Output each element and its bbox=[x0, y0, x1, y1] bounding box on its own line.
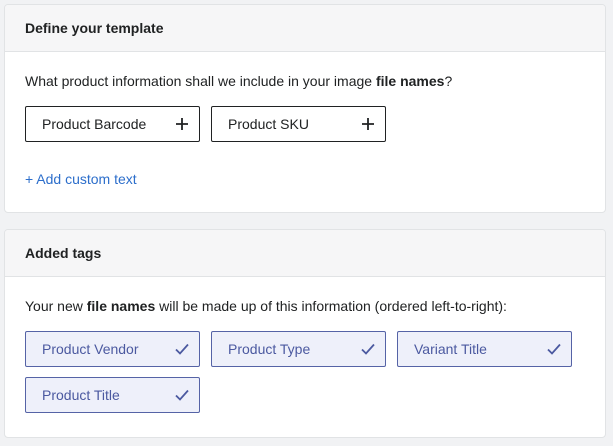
check-icon bbox=[175, 343, 189, 355]
define-template-title: Define your template bbox=[25, 20, 164, 36]
added-tags-title: Added tags bbox=[25, 245, 102, 261]
added-tags-card: Added tags Your new file names will be m… bbox=[4, 229, 606, 438]
tag-variant-title[interactable]: Variant Title bbox=[397, 331, 572, 367]
option-label: Product SKU bbox=[228, 116, 309, 132]
define-template-header: Define your template bbox=[5, 5, 605, 52]
tag-label: Variant Title bbox=[414, 341, 487, 357]
check-icon bbox=[175, 389, 189, 401]
define-template-description-suffix: ? bbox=[444, 73, 453, 89]
add-product-sku-button[interactable]: Product SKU bbox=[211, 106, 386, 142]
define-template-description: What product information shall we includ… bbox=[25, 72, 585, 90]
added-tags-description-suffix: will be made up of this information (ord… bbox=[155, 298, 507, 314]
tag-label: Product Title bbox=[42, 387, 120, 403]
tag-label: Product Vendor bbox=[42, 341, 139, 357]
added-tags-description-prefix: Your new bbox=[25, 298, 87, 314]
add-product-barcode-button[interactable]: Product Barcode bbox=[25, 106, 200, 142]
check-icon bbox=[361, 343, 375, 355]
define-template-description-prefix: What product information shall we includ… bbox=[25, 73, 376, 89]
option-label: Product Barcode bbox=[42, 116, 147, 132]
tag-label: Product Type bbox=[228, 341, 311, 357]
tag-product-vendor[interactable]: Product Vendor bbox=[25, 331, 200, 367]
added-tags-header: Added tags bbox=[5, 230, 605, 277]
define-template-card: Define your template What product inform… bbox=[4, 4, 606, 213]
add-custom-text-link[interactable]: + Add custom text bbox=[25, 171, 137, 187]
plus-icon bbox=[175, 117, 189, 131]
tag-product-type[interactable]: Product Type bbox=[211, 331, 386, 367]
added-tags-row: Product Vendor Product Type Variant Titl… bbox=[25, 331, 585, 413]
added-tags-body: Your new file names will be made up of t… bbox=[5, 277, 605, 413]
added-tags-description-bold: file names bbox=[86, 298, 156, 314]
tag-product-title[interactable]: Product Title bbox=[25, 377, 200, 413]
check-icon bbox=[547, 343, 561, 355]
added-tags-description: Your new file names will be made up of t… bbox=[25, 297, 585, 315]
template-options-row: Product Barcode Product SKU bbox=[25, 106, 585, 142]
define-template-description-bold: file names bbox=[375, 73, 445, 89]
plus-icon bbox=[361, 117, 375, 131]
define-template-body: What product information shall we includ… bbox=[5, 52, 605, 189]
